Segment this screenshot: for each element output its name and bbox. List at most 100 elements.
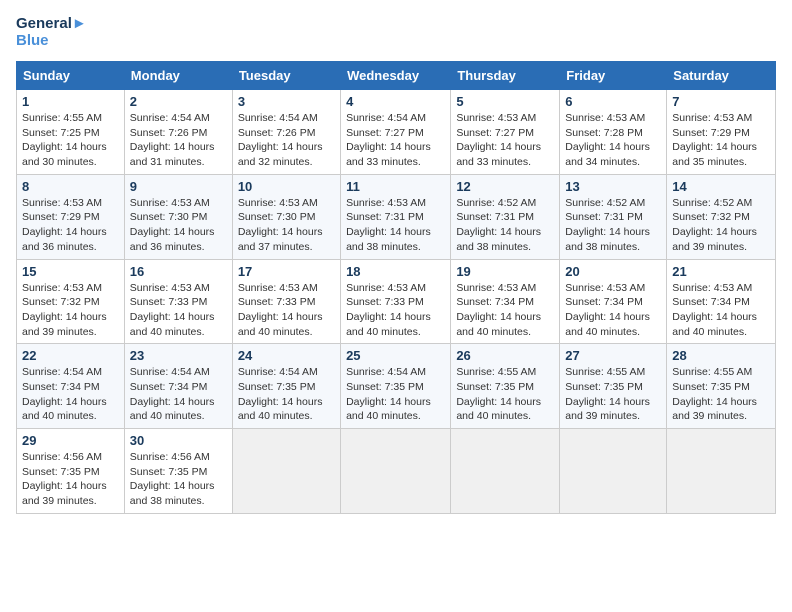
calendar-cell bbox=[341, 429, 451, 514]
day-number: 4 bbox=[346, 94, 445, 109]
day-number: 1 bbox=[22, 94, 119, 109]
calendar-cell: 7 Sunrise: 4:53 AMSunset: 7:29 PMDaylight… bbox=[667, 90, 776, 175]
calendar-cell bbox=[232, 429, 340, 514]
weekday-header-thursday: Thursday bbox=[451, 62, 560, 90]
day-info: Sunrise: 4:54 AMSunset: 7:26 PMDaylight:… bbox=[238, 111, 335, 170]
calendar-cell: 10 Sunrise: 4:53 AMSunset: 7:30 PMDayligh… bbox=[232, 174, 340, 259]
day-number: 2 bbox=[130, 94, 227, 109]
day-info: Sunrise: 4:55 AMSunset: 7:35 PMDaylight:… bbox=[456, 365, 554, 424]
calendar-cell: 28Sunrise: 4:55 AMSunset: 7:35 PMDayligh… bbox=[667, 344, 776, 429]
calendar-cell: 23 Sunrise: 4:54 AMSunset: 7:34 PMDayligh… bbox=[124, 344, 232, 429]
day-info: Sunrise: 4:54 AMSunset: 7:34 PMDaylight:… bbox=[22, 365, 119, 424]
day-info: Sunrise: 4:53 AMSunset: 7:28 PMDaylight:… bbox=[565, 111, 661, 170]
day-info: Sunrise: 4:55 AMSunset: 7:25 PMDaylight:… bbox=[22, 111, 119, 170]
calendar-cell: 16 Sunrise: 4:53 AMSunset: 7:33 PMDayligh… bbox=[124, 259, 232, 344]
day-info: Sunrise: 4:53 AMSunset: 7:34 PMDaylight:… bbox=[672, 281, 770, 340]
calendar-cell: 13 Sunrise: 4:52 AMSunset: 7:31 PMDayligh… bbox=[560, 174, 667, 259]
day-number: 25 bbox=[346, 348, 445, 363]
day-info: Sunrise: 4:52 AMSunset: 7:31 PMDaylight:… bbox=[456, 196, 554, 255]
day-number: 20 bbox=[565, 264, 661, 279]
weekday-header-sunday: Sunday bbox=[17, 62, 125, 90]
day-info: Sunrise: 4:53 AMSunset: 7:30 PMDaylight:… bbox=[238, 196, 335, 255]
calendar-cell: 26Sunrise: 4:55 AMSunset: 7:35 PMDayligh… bbox=[451, 344, 560, 429]
calendar-cell: 19 Sunrise: 4:53 AMSunset: 7:34 PMDayligh… bbox=[451, 259, 560, 344]
day-info: Sunrise: 4:53 AMSunset: 7:34 PMDaylight:… bbox=[565, 281, 661, 340]
calendar-cell: 29Sunrise: 4:56 AMSunset: 7:35 PMDayligh… bbox=[17, 429, 125, 514]
calendar-week-row: 1 Sunrise: 4:55 AMSunset: 7:25 PMDaylight… bbox=[17, 90, 776, 175]
day-number: 6 bbox=[565, 94, 661, 109]
weekday-header-wednesday: Wednesday bbox=[341, 62, 451, 90]
day-info: Sunrise: 4:52 AMSunset: 7:32 PMDaylight:… bbox=[672, 196, 770, 255]
calendar-cell: 27 Sunrise: 4:55 AMSunset: 7:35 PMDayligh… bbox=[560, 344, 667, 429]
day-number: 11 bbox=[346, 179, 445, 194]
weekday-header-tuesday: Tuesday bbox=[232, 62, 340, 90]
calendar-cell: 12 Sunrise: 4:52 AMSunset: 7:31 PMDayligh… bbox=[451, 174, 560, 259]
calendar-cell: 24 Sunrise: 4:54 AMSunset: 7:35 PMDayligh… bbox=[232, 344, 340, 429]
calendar-week-row: 8 Sunrise: 4:53 AMSunset: 7:29 PMDaylight… bbox=[17, 174, 776, 259]
logo: General►Blue bbox=[16, 16, 87, 49]
weekday-header-saturday: Saturday bbox=[667, 62, 776, 90]
calendar-cell bbox=[667, 429, 776, 514]
day-number: 29 bbox=[22, 433, 119, 448]
page-header: General►Blue bbox=[16, 16, 776, 49]
day-number: 18 bbox=[346, 264, 445, 279]
day-info: Sunrise: 4:53 AMSunset: 7:33 PMDaylight:… bbox=[238, 281, 335, 340]
day-info: Sunrise: 4:54 AMSunset: 7:27 PMDaylight:… bbox=[346, 111, 445, 170]
day-number: 13 bbox=[565, 179, 661, 194]
day-number: 16 bbox=[130, 264, 227, 279]
day-number: 21 bbox=[672, 264, 770, 279]
calendar-cell: 5 Sunrise: 4:53 AMSunset: 7:27 PMDaylight… bbox=[451, 90, 560, 175]
day-number: 7 bbox=[672, 94, 770, 109]
day-info: Sunrise: 4:53 AMSunset: 7:32 PMDaylight:… bbox=[22, 281, 119, 340]
calendar-cell: 8 Sunrise: 4:53 AMSunset: 7:29 PMDaylight… bbox=[17, 174, 125, 259]
day-number: 15 bbox=[22, 264, 119, 279]
calendar-cell: 14 Sunrise: 4:52 AMSunset: 7:32 PMDayligh… bbox=[667, 174, 776, 259]
day-number: 3 bbox=[238, 94, 335, 109]
calendar-cell: 21 Sunrise: 4:53 AMSunset: 7:34 PMDayligh… bbox=[667, 259, 776, 344]
day-info: Sunrise: 4:53 AMSunset: 7:34 PMDaylight:… bbox=[456, 281, 554, 340]
calendar-cell: 15 Sunrise: 4:53 AMSunset: 7:32 PMDayligh… bbox=[17, 259, 125, 344]
calendar-week-row: 15 Sunrise: 4:53 AMSunset: 7:32 PMDayligh… bbox=[17, 259, 776, 344]
weekday-header-monday: Monday bbox=[124, 62, 232, 90]
day-info: Sunrise: 4:53 AMSunset: 7:33 PMDaylight:… bbox=[130, 281, 227, 340]
day-info: Sunrise: 4:54 AMSunset: 7:26 PMDaylight:… bbox=[130, 111, 227, 170]
day-info: Sunrise: 4:55 AMSunset: 7:35 PMDaylight:… bbox=[672, 365, 770, 424]
calendar-cell: 17 Sunrise: 4:53 AMSunset: 7:33 PMDayligh… bbox=[232, 259, 340, 344]
day-number: 12 bbox=[456, 179, 554, 194]
calendar-cell: 4 Sunrise: 4:54 AMSunset: 7:27 PMDaylight… bbox=[341, 90, 451, 175]
calendar-cell bbox=[560, 429, 667, 514]
day-number: 22 bbox=[22, 348, 119, 363]
calendar-cell: 20 Sunrise: 4:53 AMSunset: 7:34 PMDayligh… bbox=[560, 259, 667, 344]
weekday-header-friday: Friday bbox=[560, 62, 667, 90]
day-info: Sunrise: 4:53 AMSunset: 7:27 PMDaylight:… bbox=[456, 111, 554, 170]
day-number: 8 bbox=[22, 179, 119, 194]
day-number: 14 bbox=[672, 179, 770, 194]
day-number: 23 bbox=[130, 348, 227, 363]
calendar-cell: 1 Sunrise: 4:55 AMSunset: 7:25 PMDaylight… bbox=[17, 90, 125, 175]
day-info: Sunrise: 4:55 AMSunset: 7:35 PMDaylight:… bbox=[565, 365, 661, 424]
day-number: 27 bbox=[565, 348, 661, 363]
day-number: 5 bbox=[456, 94, 554, 109]
calendar-cell: 18Sunrise: 4:53 AMSunset: 7:33 PMDayligh… bbox=[341, 259, 451, 344]
day-info: Sunrise: 4:54 AMSunset: 7:34 PMDaylight:… bbox=[130, 365, 227, 424]
calendar-cell: 22 Sunrise: 4:54 AMSunset: 7:34 PMDayligh… bbox=[17, 344, 125, 429]
day-number: 17 bbox=[238, 264, 335, 279]
day-info: Sunrise: 4:53 AMSunset: 7:29 PMDaylight:… bbox=[22, 196, 119, 255]
calendar-cell: 30 Sunrise: 4:56 AMSunset: 7:35 PMDayligh… bbox=[124, 429, 232, 514]
day-info: Sunrise: 4:52 AMSunset: 7:31 PMDaylight:… bbox=[565, 196, 661, 255]
calendar-week-row: 29 Sunrise: 4:56 AMSunset: 7:35 PMDayligh… bbox=[17, 429, 776, 514]
day-number: 30 bbox=[130, 433, 227, 448]
calendar-cell bbox=[451, 429, 560, 514]
calendar-cell: 3 Sunrise: 4:54 AMSunset: 7:26 PMDaylight… bbox=[232, 90, 340, 175]
day-info: Sunrise: 4:53 AMSunset: 7:29 PMDaylight:… bbox=[672, 111, 770, 170]
calendar-cell: 9Sunrise: 4:53 AMSunset: 7:30 PMDaylight… bbox=[124, 174, 232, 259]
day-info: Sunrise: 4:54 AMSunset: 7:35 PMDaylight:… bbox=[346, 365, 445, 424]
day-number: 19 bbox=[456, 264, 554, 279]
day-info: Sunrise: 4:56 AMSunset: 7:35 PMDaylight:… bbox=[130, 450, 227, 509]
calendar-week-row: 22 Sunrise: 4:54 AMSunset: 7:34 PMDayligh… bbox=[17, 344, 776, 429]
calendar-cell: 11Sunrise: 4:53 AMSunset: 7:31 PMDayligh… bbox=[341, 174, 451, 259]
day-number: 10 bbox=[238, 179, 335, 194]
calendar-cell: 6 Sunrise: 4:53 AMSunset: 7:28 PMDaylight… bbox=[560, 90, 667, 175]
day-info: Sunrise: 4:54 AMSunset: 7:35 PMDaylight:… bbox=[238, 365, 335, 424]
day-number: 24 bbox=[238, 348, 335, 363]
